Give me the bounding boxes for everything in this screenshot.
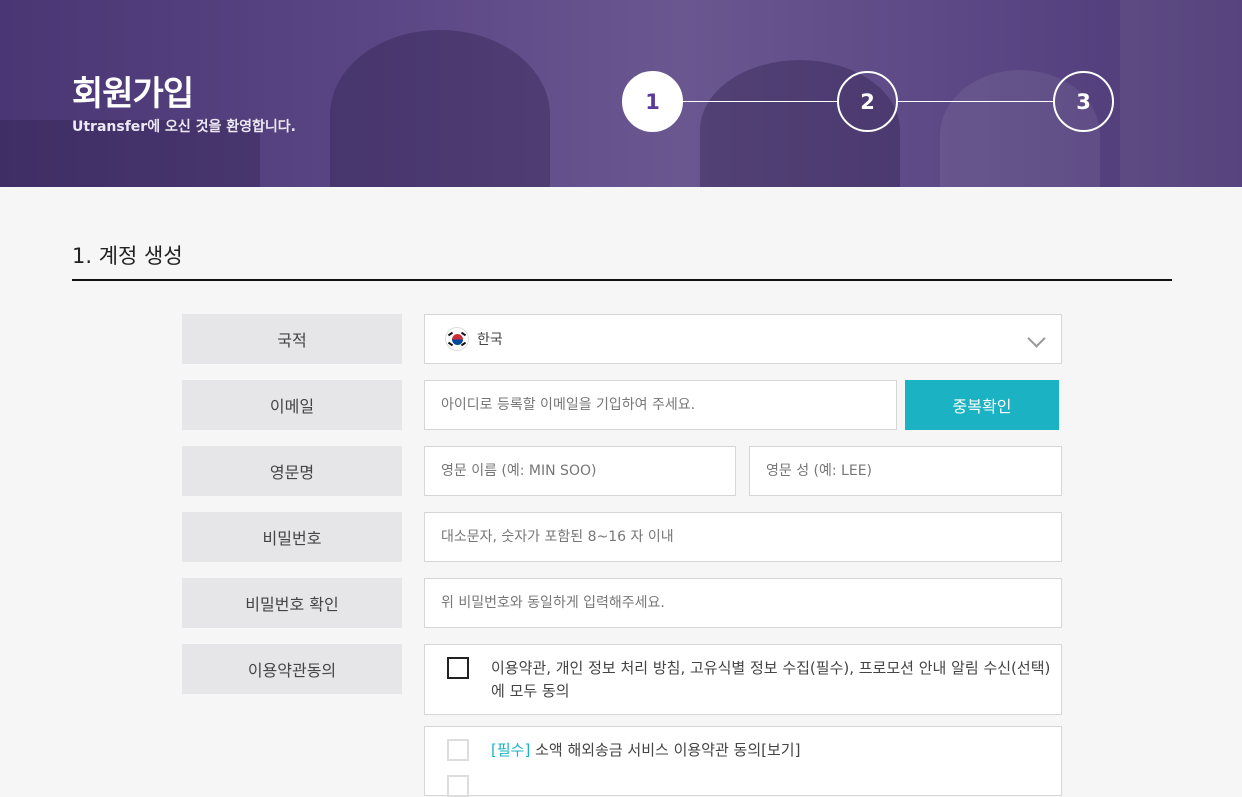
- password-confirm-field[interactable]: [441, 595, 1061, 611]
- email-field[interactable]: [441, 397, 896, 413]
- email-field-wrap: [424, 380, 897, 430]
- page-title: 회원가입: [72, 74, 194, 114]
- hero-photo-window: [1120, 0, 1242, 187]
- step-3: 3: [1053, 71, 1114, 132]
- first-name-field-wrap: [424, 446, 736, 496]
- password-field[interactable]: [441, 529, 1061, 545]
- password-field-wrap: [424, 512, 1062, 562]
- all-agree-text: 이용약관, 개인 정보 처리 방침, 고유식별 정보 수집(필수), 프로모션 …: [491, 659, 1051, 700]
- english-name-label: 영문명: [182, 446, 402, 496]
- chevron-down-icon[interactable]: [1027, 329, 1046, 348]
- password-confirm-field-wrap: [424, 578, 1062, 628]
- step-2: 2: [837, 71, 898, 132]
- section-title: 1. 계정 생성: [72, 244, 183, 268]
- nationality-label: 국적: [182, 314, 402, 364]
- terms-all-agree-box: 이용약관, 개인 정보 처리 방침, 고유식별 정보 수집(필수), 프로모션 …: [424, 644, 1062, 715]
- section-divider: [72, 279, 1172, 281]
- duplicate-check-button[interactable]: 중복확인: [905, 380, 1059, 430]
- required-tag: [필수]: [491, 741, 531, 759]
- last-name-field[interactable]: [766, 463, 1061, 479]
- email-label: 이메일: [182, 380, 402, 430]
- terms-items-box: [필수] 소액 해외송금 서비스 이용약관 동의[보기]: [424, 726, 1062, 797]
- step-connector-2: [898, 101, 1053, 102]
- terms-label: 이용약관동의: [182, 644, 402, 694]
- nationality-select[interactable]: 한국: [424, 314, 1062, 364]
- step-indicator: 1 2 3: [622, 71, 1114, 132]
- step-connector-1: [683, 101, 837, 102]
- terms-view-link[interactable]: [보기]: [761, 741, 800, 759]
- nationality-value: 한국: [477, 332, 503, 348]
- step-1: 1: [622, 71, 683, 132]
- password-confirm-label: 비밀번호 확인: [182, 578, 402, 628]
- terms-item-checkbox-2[interactable]: [447, 775, 469, 797]
- hero-photo-person-1: [330, 30, 550, 187]
- page-subtitle: Utransfer에 오신 것을 환영합니다.: [72, 119, 296, 135]
- last-name-field-wrap: [749, 446, 1062, 496]
- all-agree-checkbox[interactable]: [447, 657, 469, 679]
- password-label: 비밀번호: [182, 512, 402, 562]
- first-name-field[interactable]: [441, 463, 735, 479]
- terms-item-text: 소액 해외송금 서비스 이용약관 동의: [530, 741, 762, 759]
- hero-banner: 회원가입 Utransfer에 오신 것을 환영합니다. 1 2 3: [0, 0, 1242, 187]
- terms-item-checkbox[interactable]: [447, 739, 469, 761]
- terms-item: [필수] 소액 해외송금 서비스 이용약관 동의[보기]: [491, 739, 800, 762]
- korea-flag-icon: [445, 327, 469, 351]
